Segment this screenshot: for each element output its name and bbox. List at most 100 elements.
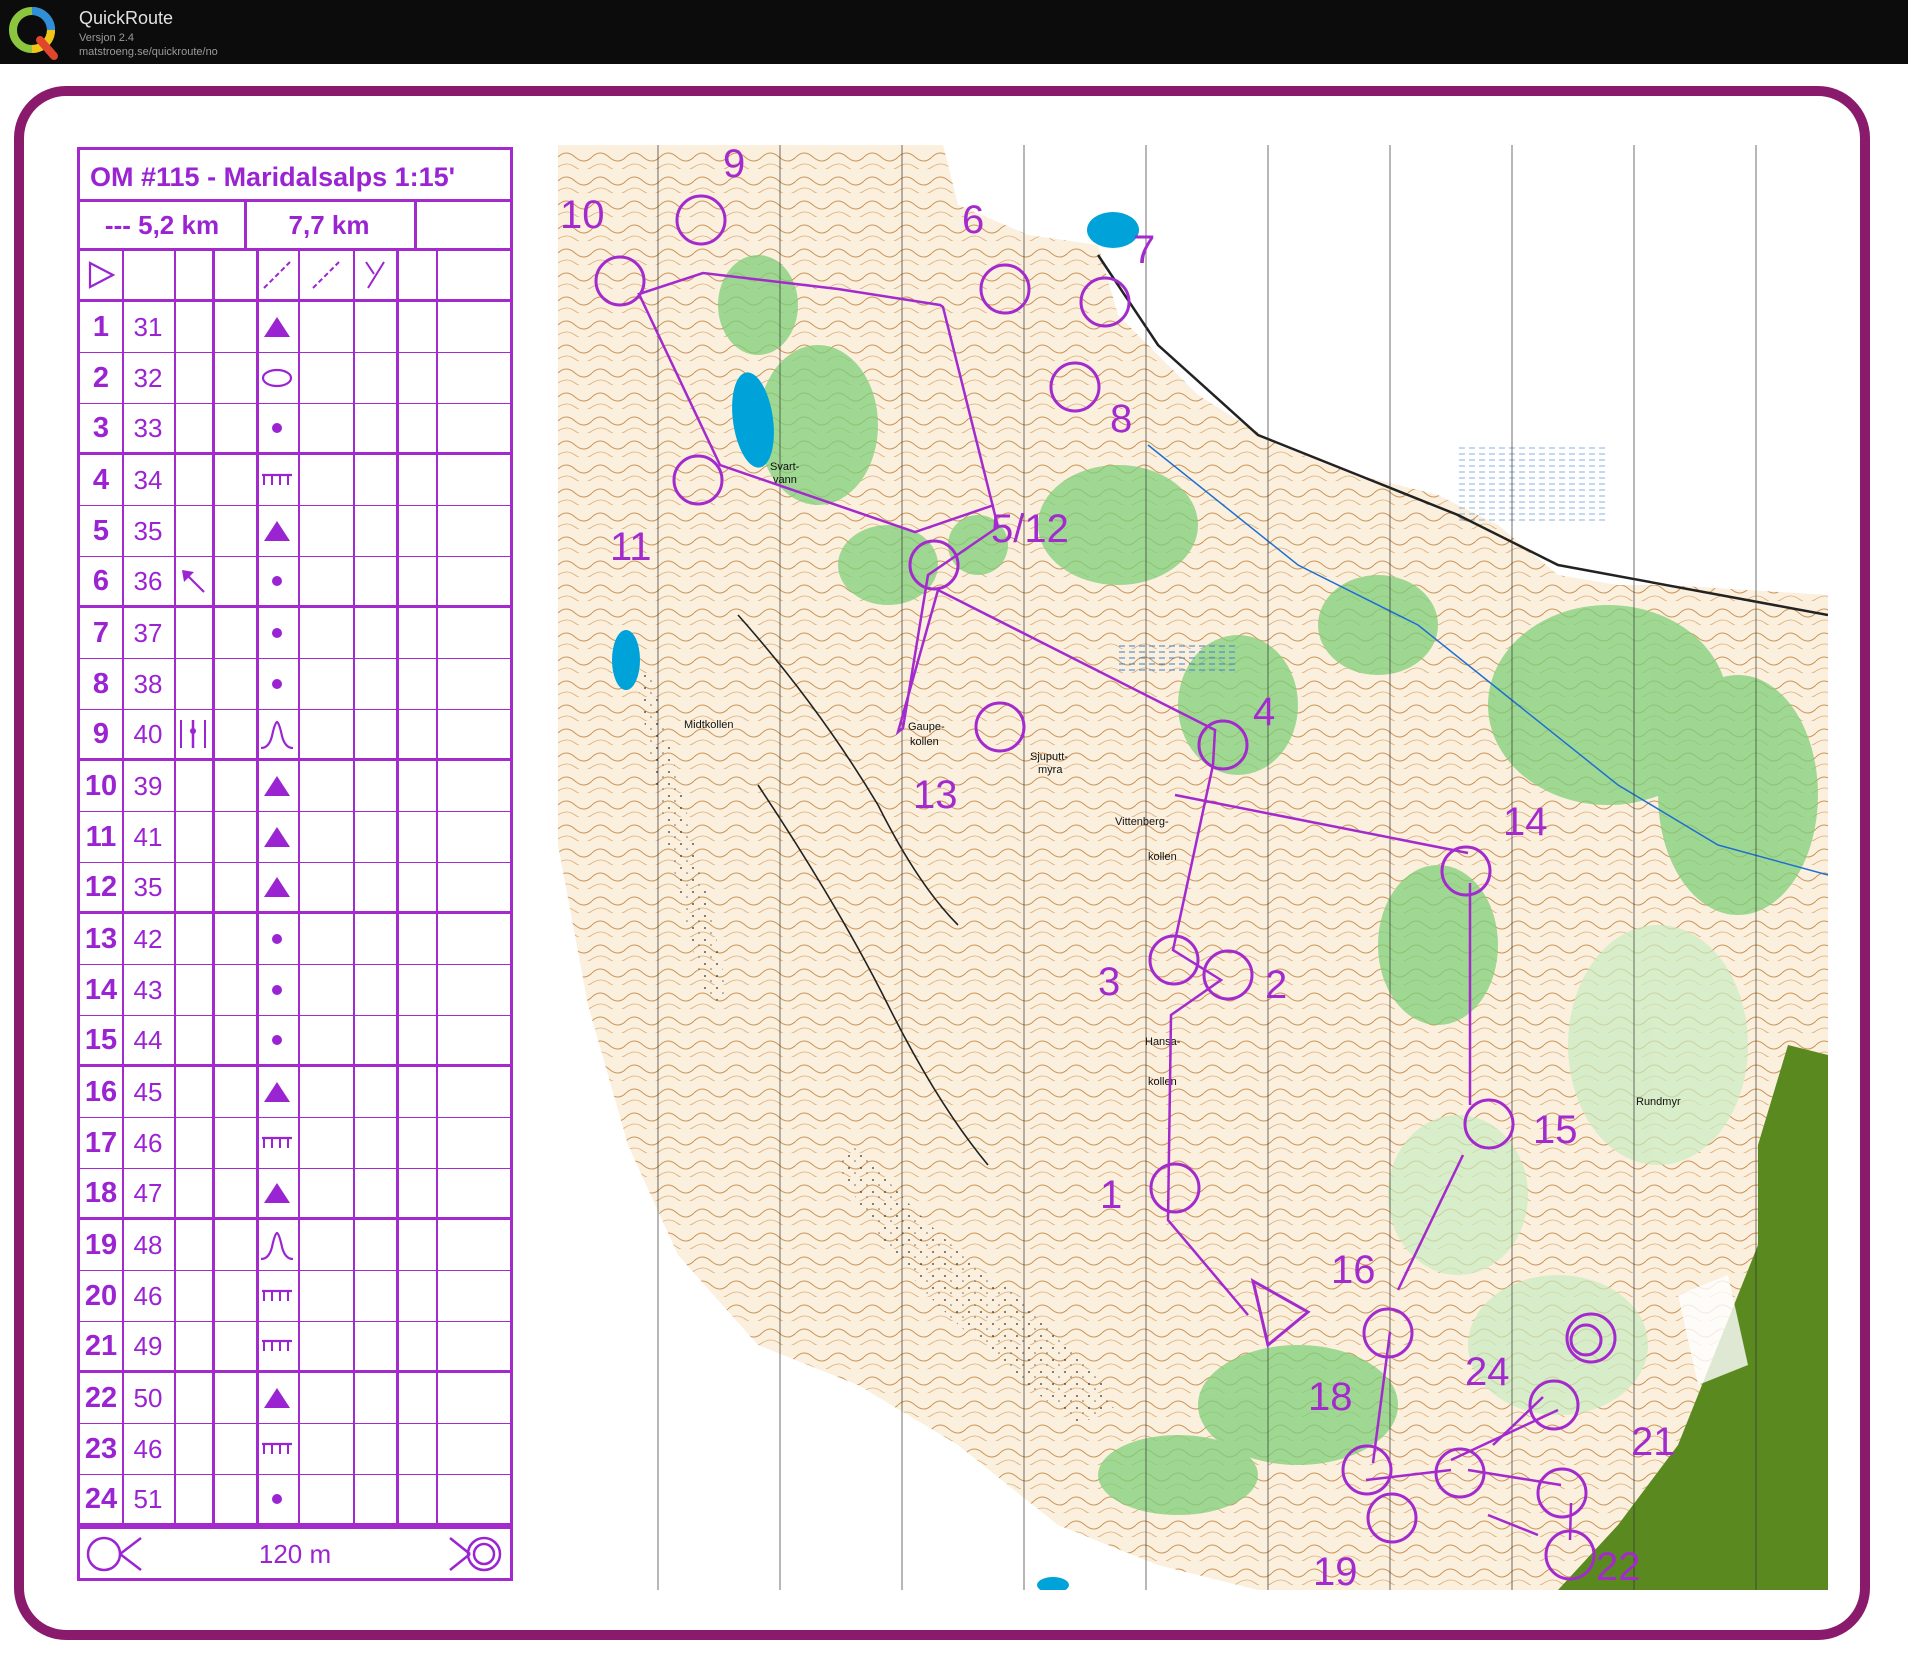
knoll-triangle-icon	[256, 1067, 298, 1117]
cliff-icon	[256, 1118, 298, 1168]
control-label: 6	[962, 198, 984, 242]
app-name: QuickRoute	[79, 8, 174, 28]
control-number: 19	[84, 1228, 118, 1261]
cliff-icon	[256, 1424, 298, 1474]
northwest-arrow-icon	[174, 557, 212, 605]
control-number: 17	[84, 1126, 118, 1159]
control-row: 15 44	[80, 1016, 510, 1067]
spur-icon	[256, 710, 298, 758]
between-features-icon	[174, 710, 212, 758]
control-number: 9	[92, 717, 110, 750]
control-code: 35	[133, 515, 163, 546]
place-name: myra	[1038, 764, 1063, 776]
place-name: Gaupe-	[908, 721, 945, 733]
control-code: 42	[133, 923, 163, 954]
control-row: 23 46	[80, 1424, 510, 1475]
control-row: 22 50	[80, 1373, 510, 1424]
control-row: 3 33	[80, 404, 510, 455]
dot-icon	[256, 965, 298, 1015]
control-code: 51	[133, 1483, 163, 1514]
place-name: Midtkollen	[684, 719, 734, 731]
control-row: 1 31	[80, 302, 510, 353]
control-number: 6	[92, 564, 110, 597]
control-code: 44	[133, 1024, 163, 1055]
control-label: 5/12	[991, 507, 1069, 551]
dot-icon	[256, 914, 298, 964]
dot-icon	[256, 1016, 298, 1064]
control-code: 47	[133, 1177, 163, 1208]
control-label: 19	[1313, 1550, 1358, 1590]
control-code: 49	[133, 1330, 163, 1361]
knoll-triangle-icon	[256, 506, 298, 556]
dot-icon	[256, 659, 298, 709]
app-url: matstroeng.se/quickroute/no	[79, 46, 218, 58]
control-label: 24	[1465, 1350, 1510, 1394]
control-number: 10	[84, 769, 118, 802]
finish-distance: 120 m	[258, 1539, 332, 1569]
control-row: 17 46	[80, 1118, 510, 1169]
place-name: Hansa-	[1145, 1036, 1181, 1048]
knoll-triangle-icon	[256, 812, 298, 862]
dot-icon	[256, 608, 298, 658]
control-label: 4	[1253, 690, 1275, 734]
control-number: 11	[85, 820, 117, 853]
control-code: 33	[133, 412, 163, 443]
orienteering-map[interactable]: Svart- vann Midtkollen Gaupe- kollen Sju…	[558, 145, 1828, 1590]
control-number: 21	[84, 1329, 118, 1362]
control-label: 15	[1533, 1108, 1578, 1152]
lake-north	[1087, 212, 1139, 248]
control-code: 31	[133, 311, 163, 342]
knoll-triangle-icon	[256, 1373, 298, 1423]
place-name: Svart-	[770, 461, 800, 473]
control-number: 15	[84, 1023, 118, 1056]
control-description-sheet: OM #115 - Maridalsalps 1:15' --- 5,2 km …	[77, 147, 513, 1581]
control-label: 2	[1265, 963, 1287, 1007]
control-code: 35	[133, 871, 163, 902]
control-label: 10	[560, 193, 605, 237]
control-number: 12	[84, 870, 118, 903]
control-code: 36	[133, 565, 163, 596]
control-row: 10 39	[80, 761, 510, 812]
control-code: 37	[133, 617, 163, 648]
dot-icon	[256, 557, 298, 605]
control-number: 20	[84, 1279, 118, 1312]
finish-circle-icon	[449, 1536, 502, 1572]
control-code: 50	[133, 1382, 163, 1413]
control-number: 4	[92, 463, 110, 496]
control-code: 38	[133, 668, 163, 699]
course-title-row: OM #115 - Maridalsalps 1:15'	[80, 150, 510, 202]
knoll-triangle-icon	[256, 1169, 298, 1217]
spur-icon	[256, 1220, 298, 1270]
control-number: 3	[92, 411, 110, 444]
control-number: 16	[84, 1075, 118, 1108]
control-code: 41	[133, 821, 163, 852]
slash-icon	[256, 251, 298, 299]
course-length-left: --- 5,2 km	[104, 209, 220, 240]
control-row: 9 40	[80, 710, 510, 761]
control-row: 13 42	[80, 914, 510, 965]
control-code: 46	[133, 1127, 163, 1158]
quickroute-logo-icon	[9, 7, 58, 60]
control-code: 46	[133, 1280, 163, 1311]
control-number: 13	[84, 922, 118, 955]
depression-ellipse-icon	[256, 353, 298, 403]
control-row: 7 37	[80, 608, 510, 659]
place-name: kollen	[910, 736, 939, 748]
slash-icon	[298, 251, 353, 299]
control-number: 22	[84, 1381, 118, 1414]
control-number: 5	[92, 514, 110, 547]
course-length-row: --- 5,2 km 7,7 km	[80, 202, 510, 251]
control-code: 48	[133, 1229, 163, 1260]
symbol-header-row	[80, 251, 510, 302]
control-label: 7	[1133, 228, 1155, 272]
control-label: 21	[1631, 1420, 1676, 1464]
control-label: 11	[610, 525, 652, 569]
app-version: Versjon 2.4	[79, 32, 135, 44]
control-row: 2 32	[80, 353, 510, 404]
cliff-icon	[256, 455, 298, 505]
title-bar: QuickRoute Versjon 2.4 matstroeng.se/qui…	[0, 0, 1908, 64]
control-label: 9	[723, 145, 745, 186]
course-length-right: 7,7 km	[288, 209, 370, 240]
control-code: 40	[133, 718, 163, 749]
cliff-icon	[256, 1271, 298, 1321]
